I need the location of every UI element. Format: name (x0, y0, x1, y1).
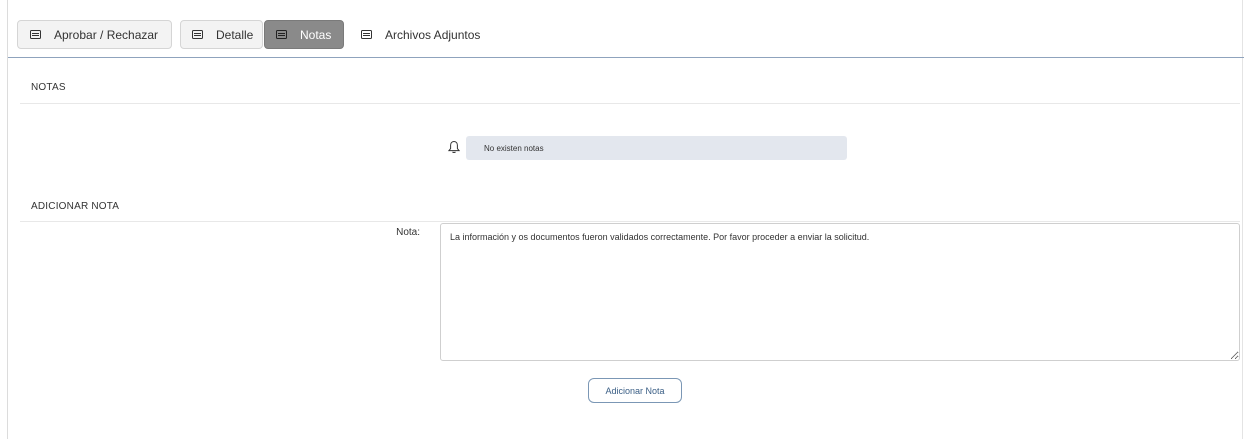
add-note-button[interactable]: Adicionar Nota (588, 378, 682, 403)
tab-label: Aprobar / Rechazar (54, 27, 159, 42)
notes-panel: Aprobar / Rechazar Detalle Notas Archivo… (7, 0, 1244, 439)
tab-notas[interactable]: Notas (264, 20, 344, 49)
tab-label: Detalle (216, 27, 254, 42)
tab-label: Archivos Adjuntos (385, 27, 481, 42)
tab-bar: Aprobar / Rechazar Detalle Notas Archivo… (8, 8, 1244, 58)
tab-label: Notas (300, 27, 332, 42)
nota-field-label: Nota: (396, 227, 420, 238)
list-icon (361, 30, 372, 39)
alert-text: No existen notas (484, 143, 544, 153)
list-icon (192, 30, 203, 39)
add-note-section-title: ADICIONAR NOTA (31, 201, 120, 212)
nota-textarea[interactable]: La información y os documentos fueron va… (440, 223, 1240, 361)
tab-aprobar-rechazar[interactable]: Aprobar / Rechazar (17, 20, 172, 49)
bell-icon (448, 140, 460, 154)
list-icon (30, 30, 41, 39)
no-notes-alert: No existen notas (466, 136, 847, 160)
list-icon (276, 30, 287, 39)
tab-archivos-adjuntos[interactable]: Archivos Adjuntos (349, 20, 499, 49)
divider (20, 221, 1240, 222)
divider (20, 103, 1240, 104)
notas-section-title: NOTAS (31, 82, 66, 93)
tab-detalle[interactable]: Detalle (180, 20, 263, 49)
